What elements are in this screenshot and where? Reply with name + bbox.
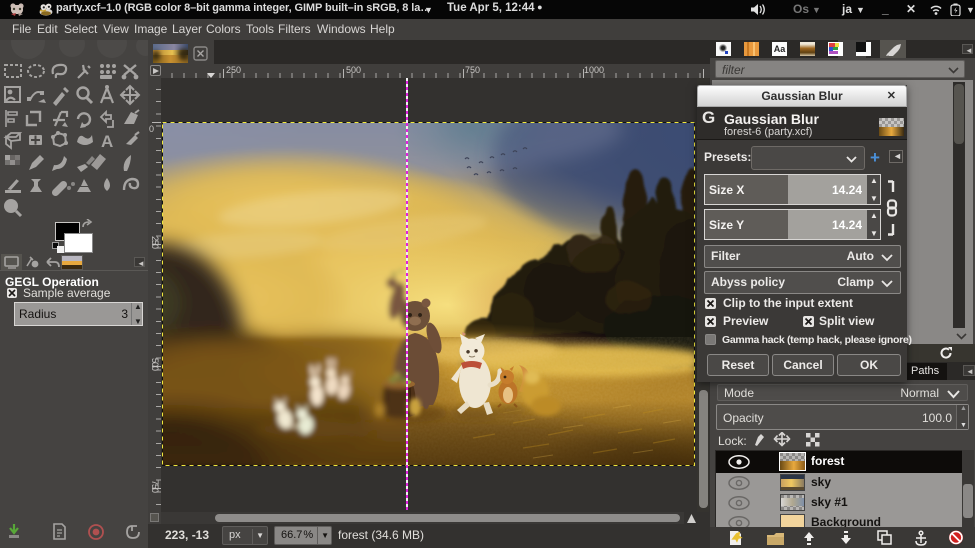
svg-text:A: A <box>101 132 113 151</box>
